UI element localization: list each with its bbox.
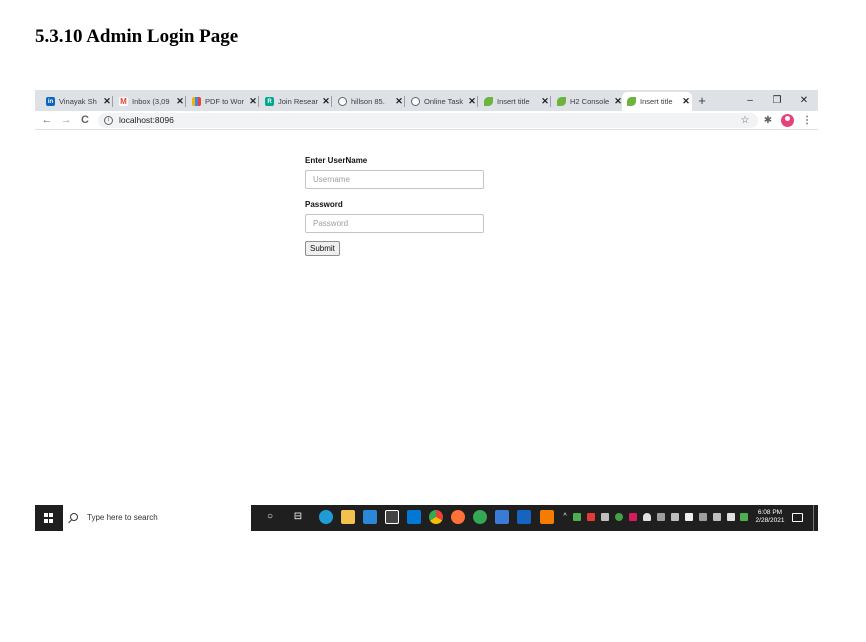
password-label: Password xyxy=(305,200,343,209)
globe-icon xyxy=(338,97,347,106)
back-button[interactable]: ← xyxy=(40,111,54,130)
forward-button[interactable]: → xyxy=(59,111,73,130)
tray-q-icon[interactable] xyxy=(740,513,748,521)
username-label: Enter UserName xyxy=(305,156,368,165)
tab-title: Join Resear xyxy=(278,97,319,106)
restore-button[interactable]: ❐ xyxy=(765,90,789,111)
research-icon: R xyxy=(265,97,274,106)
address-bar[interactable]: i localhost:8096 xyxy=(98,113,758,128)
screenshot-tool-icon[interactable] xyxy=(495,510,509,524)
wifi-icon[interactable] xyxy=(713,513,721,521)
taskbar-clock[interactable]: 6:08 PM 2/28/2021 xyxy=(753,509,787,525)
tray-security-icon[interactable] xyxy=(629,513,637,521)
info-icon[interactable]: i xyxy=(104,116,113,125)
tray-android-icon[interactable] xyxy=(573,513,581,521)
tab-pdf-to-word[interactable]: PDF to Wor ✕ xyxy=(187,92,259,111)
tab-title: Vinayak Sh xyxy=(59,97,97,106)
search-placeholder: Type here to search xyxy=(87,513,158,522)
profile-avatar[interactable] xyxy=(781,114,794,127)
tray-network-app-icon[interactable] xyxy=(685,513,693,521)
browser-toolbar: ← → C i localhost:8096 ☆ ✱ ⋮ xyxy=(35,111,818,130)
file-explorer-icon[interactable] xyxy=(341,510,355,524)
tray-utility-icon[interactable] xyxy=(601,513,609,521)
tab-join-research[interactable]: R Join Resear ✕ xyxy=(260,92,332,111)
tab-title: Inbox (3,09 xyxy=(132,97,170,106)
tray-display-icon[interactable] xyxy=(671,513,679,521)
search-icon xyxy=(70,513,78,521)
reload-button[interactable]: C xyxy=(78,111,92,130)
page-content: Enter UserName Password Submit xyxy=(35,131,818,505)
tab-insert-title-active[interactable]: Insert title ✕ xyxy=(622,92,692,111)
volume-icon[interactable] xyxy=(727,513,735,521)
start-button[interactable] xyxy=(35,505,63,531)
tray-keyboard-icon[interactable] xyxy=(699,513,707,521)
globe-icon xyxy=(411,97,420,106)
tray-app-icon[interactable] xyxy=(587,513,595,521)
app-icon[interactable] xyxy=(540,510,554,524)
task-view-icon[interactable]: ⊟ xyxy=(291,510,305,524)
tab-strip: in Vinayak Sh ✕ M Inbox (3,09 ✕ PDF to W… xyxy=(35,90,818,111)
windows-logo-icon xyxy=(44,513,54,523)
clock-date: 2/28/2021 xyxy=(755,517,785,524)
bookmark-star-icon[interactable]: ☆ xyxy=(738,111,752,130)
windows-taskbar: Type here to search ○ ⊟ ^ 6:08 PM 2/28/2… xyxy=(35,505,818,531)
tray-device-icon[interactable] xyxy=(657,513,665,521)
tab-online-task[interactable]: Online Task ✕ xyxy=(406,92,478,111)
pdf-converter-icon xyxy=(192,97,201,106)
onedrive-icon[interactable] xyxy=(643,513,651,521)
mail-icon[interactable] xyxy=(407,510,421,524)
minimize-button[interactable]: – xyxy=(738,90,762,111)
login-form: Enter UserName Password Submit xyxy=(305,156,485,256)
clock-time: 6:08 PM xyxy=(757,509,783,516)
taskbar-search-box[interactable]: Type here to search xyxy=(63,505,251,531)
extensions-icon[interactable]: ✱ xyxy=(761,111,775,130)
spring-leaf-icon xyxy=(627,97,636,106)
username-input[interactable] xyxy=(305,170,484,189)
tab-linkedin[interactable]: in Vinayak Sh ✕ xyxy=(41,92,113,111)
cortana-icon[interactable]: ○ xyxy=(263,510,277,524)
edge-icon[interactable] xyxy=(319,510,333,524)
chevron-up-icon[interactable]: ^ xyxy=(561,510,569,524)
tray-sync-icon[interactable] xyxy=(615,513,623,521)
tab-insert-title-1[interactable]: Insert title ✕ xyxy=(479,92,551,111)
password-input[interactable] xyxy=(305,214,484,233)
tab-title: Insert title xyxy=(640,97,673,106)
tab-title: hillson 85. xyxy=(351,97,385,106)
document-heading: 5.3.10 Admin Login Page xyxy=(35,26,239,47)
tab-title: PDF to Wor xyxy=(205,97,245,106)
notification-icon[interactable] xyxy=(792,513,803,522)
menu-icon[interactable]: ⋮ xyxy=(800,111,814,130)
tab-hillson[interactable]: hillson 85. ✕ xyxy=(333,92,405,111)
spring-leaf-icon xyxy=(557,97,566,106)
linkedin-icon: in xyxy=(46,97,55,106)
tab-title: Online Task xyxy=(424,97,464,106)
firefox-icon[interactable] xyxy=(451,510,465,524)
notes-icon[interactable] xyxy=(517,510,531,524)
close-window-button[interactable]: ✕ xyxy=(792,90,816,111)
store-icon[interactable] xyxy=(385,510,399,524)
chrome-icon[interactable] xyxy=(429,510,443,524)
gmail-icon: M xyxy=(119,97,128,106)
show-desktop-button[interactable] xyxy=(813,505,814,531)
tab-title: H2 Console xyxy=(570,97,610,106)
tab-title: Insert title xyxy=(497,97,530,106)
url-text[interactable]: localhost:8096 xyxy=(119,114,174,127)
media-player-icon[interactable] xyxy=(363,510,377,524)
tab-h2-console[interactable]: H2 Console ✕ xyxy=(552,92,624,111)
screenshot: in Vinayak Sh ✕ M Inbox (3,09 ✕ PDF to W… xyxy=(35,90,818,531)
close-icon[interactable]: ✕ xyxy=(680,96,692,107)
spring-leaf-icon xyxy=(484,97,493,106)
chrome-profile-icon[interactable] xyxy=(473,510,487,524)
new-tab-button[interactable]: + xyxy=(694,92,710,109)
submit-button[interactable]: Submit xyxy=(305,241,340,256)
tab-gmail[interactable]: M Inbox (3,09 ✕ xyxy=(114,92,186,111)
